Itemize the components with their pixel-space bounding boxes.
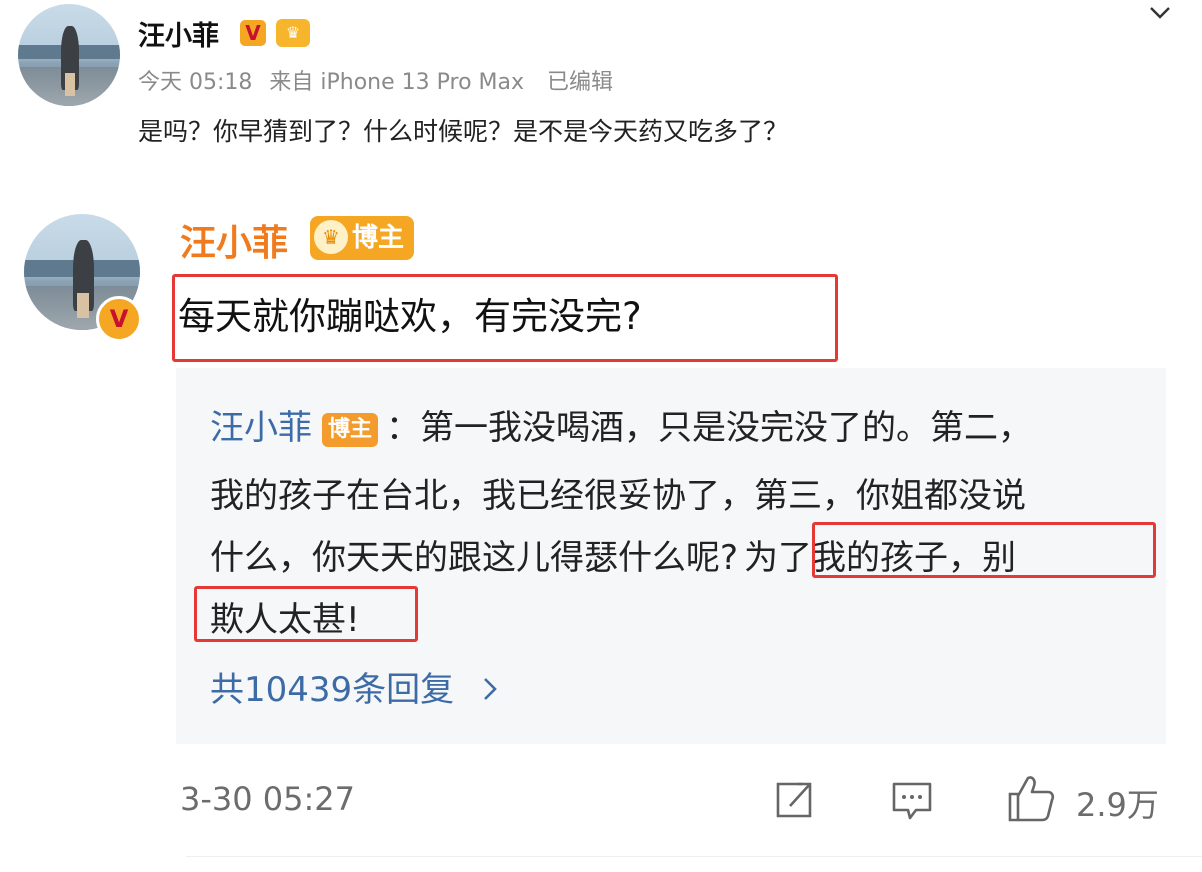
author-badge-label: 博主 xyxy=(351,223,404,253)
chevron-down-icon[interactable] xyxy=(1146,0,1174,28)
highlight-box xyxy=(812,522,1156,578)
post-content: 是吗？你早猜到了？什么时候呢？是不是今天药又吃多了？ xyxy=(138,117,789,146)
divider xyxy=(186,856,1202,857)
reply-count-link[interactable]: 共10439条回复 xyxy=(210,662,501,711)
reply-count-label: 共10439条回复 xyxy=(210,670,455,710)
highlight-box xyxy=(194,586,418,642)
highlight-box xyxy=(172,274,838,362)
commenter-name[interactable]: 汪小菲 xyxy=(180,214,288,266)
post-edited[interactable]: 已编辑 xyxy=(547,70,613,95)
thumbs-up-icon[interactable] xyxy=(1006,772,1056,824)
comment-timestamp: 3-30 05:27 xyxy=(180,780,356,818)
author-name[interactable]: 汪小菲 xyxy=(138,14,219,53)
quoted-reply-text: 我的孩子在台北，我已经很妥协了，第三，你姐都没说 xyxy=(210,476,1026,516)
quoted-reply-badge: 博主 xyxy=(322,412,379,447)
quoted-reply-author[interactable]: 汪小菲 xyxy=(210,408,312,448)
verified-badge-icon: V xyxy=(240,20,266,46)
quoted-reply-text: 什么，你天天的跟这儿得瑟什么呢? xyxy=(210,538,739,578)
like-count: 2.9万 xyxy=(1076,786,1159,824)
author-badge: ♛ 博主 xyxy=(310,216,414,260)
quoted-reply-text: ：第一我没喝酒，只是没完没了的。第二， xyxy=(386,408,1033,448)
crown-icon: ♛ xyxy=(314,220,348,254)
verified-badge-icon: V xyxy=(96,296,142,342)
share-icon[interactable] xyxy=(772,778,816,822)
comment-icon[interactable] xyxy=(890,778,934,822)
author-avatar[interactable] xyxy=(18,4,120,106)
post-time: 今天 05:18 xyxy=(138,70,253,95)
quoted-reply-line: 汪小菲 博主 ：第一我没喝酒，只是没完没了的。第二， xyxy=(210,400,1032,449)
post-meta: 今天 05:18 来自 iPhone 13 Pro Max 已编辑 xyxy=(138,64,623,96)
post-source[interactable]: 来自 iPhone 13 Pro Max xyxy=(269,70,524,95)
chevron-right-icon xyxy=(484,678,497,700)
crown-badge-icon: ♛ xyxy=(276,19,310,47)
